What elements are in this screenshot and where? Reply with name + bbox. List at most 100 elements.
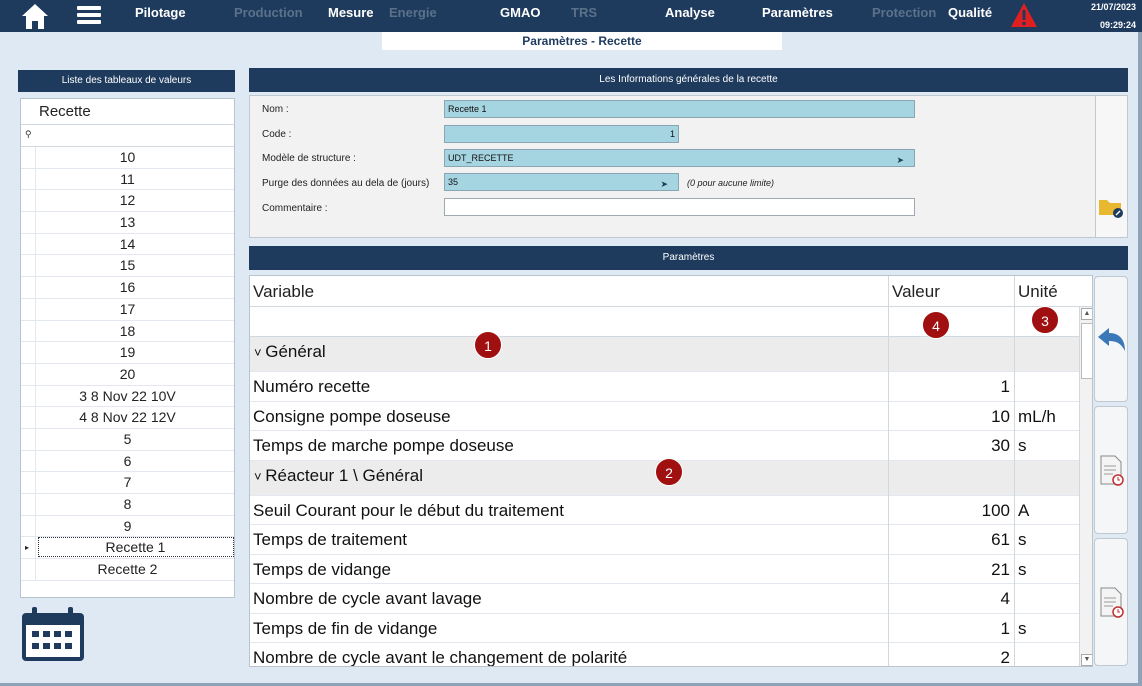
row-separator bbox=[35, 342, 36, 363]
row-separator bbox=[35, 515, 36, 537]
table-row[interactable]: Temps de traitement 61 s bbox=[250, 525, 1079, 555]
undo-arrow-icon bbox=[1098, 328, 1125, 351]
list-item[interactable]: ▸ Recette 1 bbox=[21, 537, 234, 560]
unite-cell: s bbox=[1018, 559, 1027, 579]
list-item-label: 18 bbox=[119, 322, 136, 339]
annotation-marker-2: 2 bbox=[655, 458, 683, 486]
table-row[interactable]: Consigne pompe doseuse 10 mL/h bbox=[250, 402, 1079, 431]
table-row[interactable]: Nombre de cycle avant le changement de p… bbox=[250, 643, 1079, 666]
col-separator bbox=[888, 276, 889, 666]
chevron-down-icon[interactable]: ˅ bbox=[254, 469, 265, 484]
unite-cell: s bbox=[1018, 530, 1027, 549]
valeur-cell[interactable]: 61 bbox=[888, 530, 1010, 550]
scroll-up-button[interactable]: ▲ bbox=[1081, 308, 1092, 320]
list-item[interactable]: 8 bbox=[21, 494, 234, 516]
col-separator bbox=[1014, 276, 1015, 666]
table-row[interactable]: Seuil Courant pour le début du traitemen… bbox=[250, 496, 1079, 525]
row-separator bbox=[35, 147, 36, 168]
valeur-cell[interactable]: 2 bbox=[888, 648, 1010, 666]
group-label: ˅ Général bbox=[254, 342, 326, 362]
modele-value: UDT_RECETTE bbox=[448, 153, 514, 163]
recette-filter-row[interactable]: ⚲ bbox=[21, 125, 234, 147]
list-item-label: 10 bbox=[119, 149, 136, 165]
undo-button[interactable] bbox=[1094, 276, 1128, 402]
report-schedule-button-1[interactable] bbox=[1094, 406, 1128, 534]
nav-production[interactable]: Production bbox=[234, 5, 303, 20]
table-row[interactable]: Numéro recette 1 bbox=[250, 372, 1079, 402]
valeur-cell[interactable]: 1 bbox=[888, 377, 1010, 397]
chevron-down-icon[interactable]: ˅ bbox=[254, 345, 265, 360]
list-item[interactable]: 18 bbox=[21, 320, 234, 343]
col-valeur-header[interactable]: Valeur bbox=[888, 276, 1014, 307]
nom-value: Recette 1 bbox=[448, 104, 487, 114]
scroll-thumb[interactable] bbox=[1081, 323, 1092, 379]
nom-label: Nom : bbox=[262, 104, 289, 115]
valeur-cell[interactable]: 1 bbox=[888, 619, 1010, 639]
modele-dropdown-icon[interactable]: ➤ bbox=[896, 152, 904, 168]
list-item[interactable]: 5 bbox=[21, 428, 234, 451]
purge-field[interactable]: 35 ➤ bbox=[444, 173, 679, 191]
row-selected-indicator-icon: ▸ bbox=[25, 543, 30, 553]
purge-value: 35 bbox=[448, 177, 459, 187]
table-row[interactable]: Nombre de cycle avant lavage 4 bbox=[250, 584, 1079, 614]
home-icon[interactable] bbox=[20, 2, 50, 30]
valeur-cell[interactable]: 10 bbox=[888, 407, 1010, 427]
recette-column-header[interactable]: Recette bbox=[21, 99, 234, 125]
group-row[interactable]: ˅ Général bbox=[250, 337, 1079, 372]
nav-qualite[interactable]: Qualité bbox=[948, 5, 992, 20]
table-row[interactable]: Temps de vidange 21 s bbox=[250, 555, 1079, 584]
report-schedule-button-2[interactable] bbox=[1094, 538, 1128, 666]
nav-analyse[interactable]: Analyse bbox=[665, 5, 715, 20]
list-item[interactable]: 15 bbox=[21, 255, 234, 278]
list-item[interactable]: 10 bbox=[21, 147, 234, 169]
params-scrollbar[interactable]: ▲ ▼ bbox=[1079, 307, 1092, 666]
list-item[interactable]: 12 bbox=[21, 190, 234, 213]
valeur-cell[interactable]: 4 bbox=[888, 589, 1010, 609]
valeur-cell[interactable]: 21 bbox=[888, 560, 1010, 580]
variable-cell: Temps de marche pompe doseuse bbox=[253, 436, 514, 456]
valeur-cell[interactable]: 100 bbox=[888, 501, 1010, 521]
list-item[interactable]: 3 8 Nov 22 10V bbox=[21, 385, 234, 408]
nom-field[interactable]: Recette 1 bbox=[444, 100, 915, 118]
list-item[interactable]: 20 bbox=[21, 363, 234, 386]
list-item[interactable]: 11 bbox=[21, 168, 234, 191]
variable-cell: Temps de fin de vidange bbox=[253, 619, 437, 639]
nav-energie[interactable]: Energie bbox=[389, 5, 437, 20]
nav-protection[interactable]: Protection bbox=[872, 5, 936, 20]
row-separator bbox=[35, 212, 36, 233]
list-item[interactable]: 9 bbox=[21, 515, 234, 538]
annotation-marker-3: 3 bbox=[1031, 306, 1059, 334]
nav-gmao[interactable]: GMAO bbox=[500, 5, 540, 20]
nav-parametres[interactable]: Paramètres bbox=[762, 5, 833, 20]
folder-edit-icon[interactable] bbox=[1098, 195, 1124, 219]
scroll-down-button[interactable]: ▼ bbox=[1081, 654, 1092, 666]
row-separator bbox=[35, 385, 36, 407]
nav-mesure[interactable]: Mesure bbox=[328, 5, 374, 20]
commentaire-field[interactable] bbox=[444, 198, 915, 216]
table-row[interactable]: Temps de marche pompe doseuse 30 s bbox=[250, 431, 1079, 461]
col-variable-header[interactable]: Variable bbox=[250, 276, 888, 307]
calendar-icon[interactable] bbox=[18, 605, 86, 663]
list-item[interactable]: 13 bbox=[21, 212, 234, 234]
nav-trs[interactable]: TRS bbox=[571, 5, 597, 20]
list-item[interactable]: 19 bbox=[21, 342, 234, 364]
col-unite-header[interactable]: Unité bbox=[1014, 276, 1079, 307]
table-row[interactable]: Temps de fin de vidange 1 s bbox=[250, 614, 1079, 643]
list-item[interactable]: 6 bbox=[21, 450, 234, 473]
list-item[interactable]: 16 bbox=[21, 277, 234, 299]
nav-pilotage[interactable]: Pilotage bbox=[135, 5, 186, 20]
code-field[interactable]: 1 bbox=[444, 125, 679, 143]
purge-stepper-icon[interactable]: ➤ bbox=[660, 176, 668, 192]
row-separator bbox=[35, 537, 36, 559]
left-panel-header: Liste des tableaux de valeurs bbox=[18, 70, 235, 92]
alert-triangle-icon[interactable] bbox=[1010, 2, 1038, 28]
list-item[interactable]: 4 8 Nov 22 12V bbox=[21, 407, 234, 429]
modele-select[interactable]: UDT_RECETTE ➤ bbox=[444, 149, 915, 167]
list-item[interactable]: 14 bbox=[21, 233, 234, 256]
valeur-cell[interactable]: 30 bbox=[888, 436, 1010, 456]
menu-icon[interactable] bbox=[76, 4, 102, 26]
list-item[interactable]: 17 bbox=[21, 298, 234, 321]
list-item[interactable]: 7 bbox=[21, 472, 234, 494]
params-filter-row[interactable] bbox=[250, 307, 1079, 337]
list-item[interactable]: Recette 2 bbox=[21, 559, 234, 581]
